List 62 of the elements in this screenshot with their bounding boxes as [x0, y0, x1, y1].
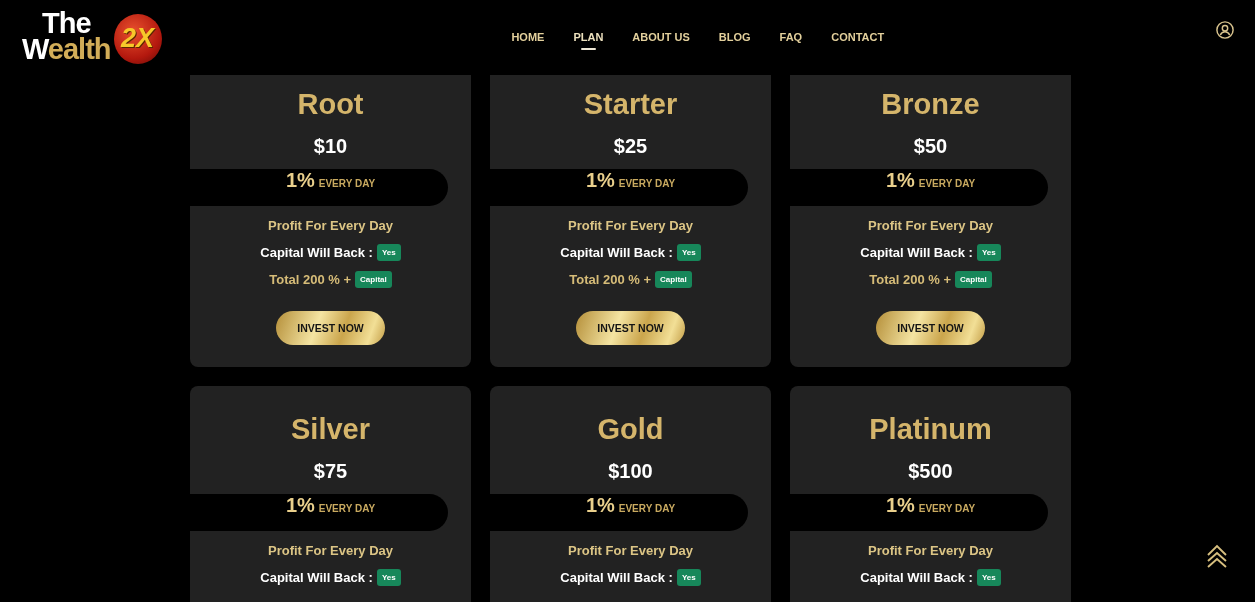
feature-text: Capital Will Back :	[260, 569, 373, 586]
logo-text: Wealth	[22, 35, 111, 63]
rate-label: EVERY DAY	[318, 503, 376, 515]
nav-link[interactable]: FAQ	[779, 25, 803, 50]
logo-text: The	[42, 10, 91, 36]
feature-text: Profit For Every Day	[868, 542, 993, 559]
feature-badge: Yes	[676, 569, 701, 586]
rate-value: 1%	[885, 169, 915, 191]
feature-text: Capital Will Back :	[860, 244, 973, 261]
feature-text: Total 200 % +	[269, 271, 352, 288]
feature-badge: Yes	[376, 244, 401, 261]
feature-text: Profit For Every Day	[868, 217, 993, 234]
rate-value: 1%	[885, 494, 915, 516]
feature-text: Profit For Every Day	[268, 542, 393, 559]
rate-value: 1%	[585, 169, 615, 191]
feature-text: Total 200 % +	[569, 271, 652, 288]
user-icon[interactable]	[1216, 20, 1234, 39]
feature-text: Capital Will Back :	[260, 244, 373, 261]
nav-link[interactable]: HOME	[511, 25, 545, 50]
feature-badge: Yes	[676, 244, 701, 261]
plan-name: Gold	[597, 412, 664, 447]
feature-text: Profit For Every Day	[568, 542, 693, 559]
rate-value: 1%	[585, 494, 615, 516]
plan-price: $50	[913, 134, 948, 159]
invest-button[interactable]: INVEST NOW	[276, 311, 385, 345]
feature-badge: Capital	[655, 271, 692, 288]
plan-price: $500	[908, 459, 953, 484]
rate-value: 1%	[285, 494, 315, 516]
feature-text: Capital Will Back :	[560, 244, 673, 261]
plan-name: Starter	[583, 87, 678, 122]
feature-badge: Yes	[976, 244, 1001, 261]
rate-label: EVERY DAY	[918, 178, 976, 190]
rate-value: 1%	[285, 169, 315, 191]
feature-text: Capital Will Back :	[860, 569, 973, 586]
nav-link[interactable]: ABOUT US	[632, 25, 690, 50]
rate-label: EVERY DAY	[318, 178, 376, 190]
invest-button[interactable]: INVEST NOW	[576, 311, 685, 345]
feature-badge: Capital	[955, 271, 992, 288]
plan-name: Platinum	[869, 412, 992, 447]
rate-label: EVERY DAY	[618, 178, 676, 190]
feature-badge: Capital	[355, 271, 392, 288]
plan-price: $100	[608, 459, 653, 484]
plan-price: $25	[613, 134, 648, 159]
feature-text: Total 200 % +	[869, 271, 952, 288]
plan-price: $10	[313, 134, 348, 159]
plan-price: $75	[313, 459, 348, 484]
feature-text: Profit For Every Day	[268, 217, 393, 234]
nav-link[interactable]: BLOG	[718, 25, 751, 50]
invest-button[interactable]: INVEST NOW	[876, 311, 985, 345]
feature-badge: Yes	[976, 569, 1001, 586]
logo-badge: 2X	[113, 13, 162, 64]
nav-link[interactable]: PLAN	[573, 25, 604, 50]
feature-text: Profit For Every Day	[568, 217, 693, 234]
feature-text: Capital Will Back :	[560, 569, 673, 586]
chevrons-up-icon[interactable]	[1206, 544, 1228, 570]
nav-link[interactable]: CONTACT	[831, 25, 885, 50]
rate-label: EVERY DAY	[618, 503, 676, 515]
plan-name: Silver	[291, 412, 370, 447]
feature-badge: Yes	[376, 569, 401, 586]
rate-label: EVERY DAY	[918, 503, 976, 515]
plan-name: Bronze	[881, 87, 980, 122]
plan-name: Root	[297, 87, 364, 122]
